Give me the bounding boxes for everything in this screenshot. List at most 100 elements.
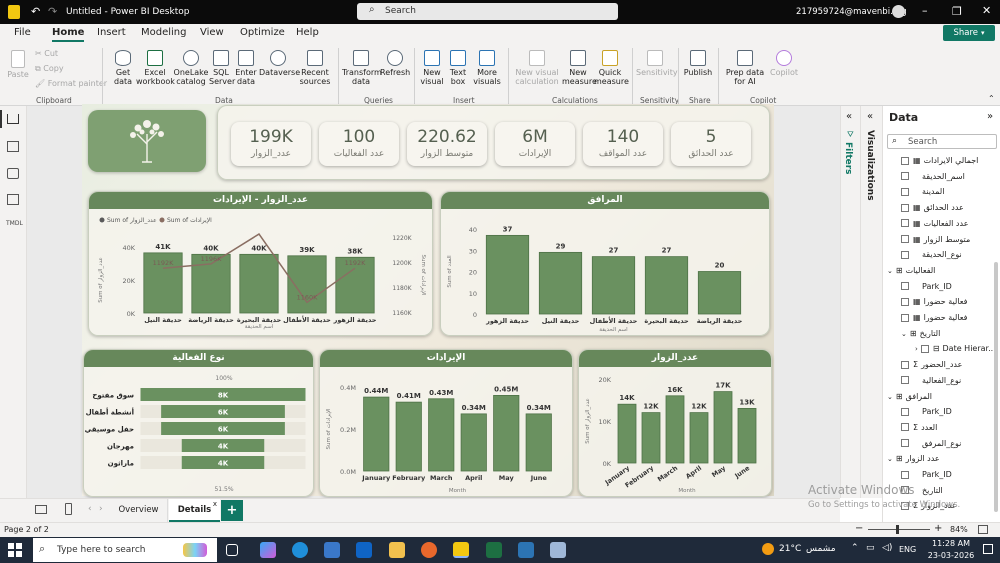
kpi-card-parking[interactable]: 140 عدد المواقف	[583, 122, 663, 166]
chevron-left-icon[interactable]: «	[846, 111, 852, 122]
add-page-button[interactable]: +	[221, 500, 243, 521]
field-checkbox[interactable]	[901, 360, 909, 369]
event-type-chart-card[interactable]: نوع الفعالية 100% 51.5% 8K سوق مفتوح 6K أنشطة…	[83, 349, 314, 497]
file-explorer-icon[interactable]	[389, 542, 405, 558]
prep-data-ai-button[interactable]: Prep data for AI	[720, 50, 770, 86]
data-field-item[interactable]: Park_ID	[883, 282, 1000, 297]
copilot-icon[interactable]	[183, 543, 207, 557]
network-icon[interactable]: ▭	[866, 543, 875, 553]
onelake-catalog-button[interactable]: OneLake catalog	[173, 50, 209, 86]
close-tab-icon[interactable]: x	[213, 493, 217, 515]
zoom-slider[interactable]	[868, 529, 930, 530]
paste-button[interactable]: Paste	[6, 50, 30, 79]
field-checkbox[interactable]	[901, 297, 909, 306]
restore-icon[interactable]: ❐	[952, 5, 962, 18]
scrollbar[interactable]	[994, 262, 998, 512]
kpi-card-events[interactable]: 100 عدد الفعاليات	[319, 122, 399, 166]
field-checkbox[interactable]	[901, 407, 909, 416]
menu-help[interactable]: Help	[296, 27, 319, 38]
new-measure-button[interactable]: New measure	[562, 50, 597, 86]
data-field-item[interactable]: ▦ اجمالي الايرادات	[883, 156, 1000, 171]
data-field-item[interactable]: نوع_المرفق	[883, 439, 1000, 454]
task-view-icon[interactable]	[226, 544, 238, 556]
store-icon[interactable]	[324, 542, 340, 558]
share-button[interactable]: Share ▾	[943, 25, 995, 41]
copilot-app-icon[interactable]	[260, 542, 276, 558]
visitors-month-chart-card[interactable]: عدد_الزوار 20K 10K 0K 14K January 12K February…	[578, 349, 772, 497]
data-field-item[interactable]: Park_ID	[883, 407, 1000, 422]
notifications-icon[interactable]	[983, 544, 993, 554]
field-checkbox[interactable]	[901, 219, 909, 228]
account-email[interactable]: 217959724@mavenbi.org	[796, 7, 907, 17]
app-taskbar-icon[interactable]	[518, 542, 534, 558]
chevron-down-icon[interactable]: ⌄	[901, 330, 907, 338]
field-checkbox[interactable]	[901, 439, 909, 448]
avatar-icon[interactable]	[892, 5, 905, 18]
tray-overflow-icon[interactable]: ⌃	[851, 543, 859, 553]
menu-insert[interactable]: Insert	[97, 27, 126, 38]
copy-button[interactable]: ⧉ Copy	[35, 64, 64, 73]
chevron-right-icon[interactable]: »	[987, 111, 993, 122]
collapse-ribbon-icon[interactable]: ⌃	[988, 94, 995, 103]
data-field-item[interactable]: نوع_الفعالية	[883, 376, 1000, 391]
revenue-month-chart-card[interactable]: الإيرادات 0.4M 0.2M 0.0M 0.44M January 0.41M F…	[319, 349, 573, 497]
text-box-button[interactable]: Text box	[446, 50, 470, 86]
copilot-button[interactable]: Copilot	[770, 50, 798, 77]
enter-data-button[interactable]: Enter data	[234, 50, 258, 86]
firefox-icon[interactable]	[421, 542, 437, 558]
powerbi-taskbar-icon[interactable]	[453, 542, 469, 558]
chevron-down-icon[interactable]: ⌄	[887, 393, 893, 401]
data-field-item[interactable]: المدينة	[883, 187, 1000, 202]
menu-file[interactable]: File	[14, 27, 31, 38]
menu-home[interactable]: Home	[52, 27, 85, 42]
tab-details[interactable]: Details x	[169, 499, 220, 522]
quick-measure-button[interactable]: Quick measure	[594, 50, 629, 86]
data-table-item[interactable]: ⌄ ⊞ الفعاليات	[883, 266, 1000, 281]
kpi-card-visitors[interactable]: 199K عدد_الزوار	[231, 122, 311, 166]
minimize-icon[interactable]: –	[922, 4, 928, 17]
excel-workbook-button[interactable]: Excel workbook	[136, 50, 175, 86]
field-checkbox[interactable]	[901, 250, 909, 259]
data-field-item[interactable]: Σ عدد_الحضور	[883, 360, 1000, 375]
data-search-input[interactable]: ⌕ Search	[887, 134, 997, 149]
prev-page-icon[interactable]: ‹	[88, 504, 92, 514]
field-checkbox[interactable]	[901, 470, 909, 479]
data-table-item[interactable]: ⌄ ⊞ عدد الزوار	[883, 454, 1000, 469]
menu-view[interactable]: View	[200, 27, 224, 38]
data-field-item[interactable]: ▦ متوسط الزوار	[883, 235, 1000, 250]
cut-button[interactable]: ✂ Cut	[35, 49, 58, 58]
publish-button[interactable]: Publish	[682, 50, 714, 77]
more-visuals-button[interactable]: More visuals	[472, 50, 502, 86]
field-checkbox[interactable]	[901, 313, 909, 322]
kpi-card-avg-visitors[interactable]: 220.62 متوسط الزوار	[407, 122, 487, 166]
table-view-icon[interactable]	[7, 141, 19, 152]
new-visual-button[interactable]: New visual	[418, 50, 446, 86]
outlook-icon[interactable]	[356, 542, 372, 558]
zoom-in-icon[interactable]: +	[934, 523, 942, 534]
format-painter-button[interactable]: 🖌 Format painter	[35, 79, 107, 88]
dataverse-button[interactable]: Dataverse	[259, 50, 300, 77]
chevron-down-icon[interactable]: ⌄	[887, 455, 893, 463]
kpi-card-revenue[interactable]: 6M الإيرادات	[495, 122, 575, 166]
language-indicator[interactable]: ENG	[899, 545, 916, 554]
volume-icon[interactable]: ◁)	[882, 543, 892, 553]
field-checkbox[interactable]	[901, 423, 909, 432]
refresh-button[interactable]: Refresh	[380, 50, 410, 77]
data-field-item[interactable]: ▦ عدد الحدائق	[883, 203, 1000, 218]
field-checkbox[interactable]	[920, 344, 929, 353]
chevron-left-icon[interactable]: «	[867, 111, 873, 122]
model-view-icon[interactable]	[7, 168, 19, 179]
data-field-item[interactable]: اسم_الحديقة	[883, 172, 1000, 187]
chevron-right-icon[interactable]: ›	[915, 345, 918, 353]
undo-icon[interactable]: ↶	[31, 5, 40, 18]
sql-server-button[interactable]: SQL Server	[209, 50, 235, 86]
excel-taskbar-icon[interactable]	[486, 542, 502, 558]
field-checkbox[interactable]	[901, 235, 909, 243]
field-checkbox[interactable]	[901, 376, 909, 385]
get-data-button[interactable]: Get data	[108, 50, 138, 86]
new-visual-calculation-button[interactable]: New visual calculation	[514, 50, 560, 86]
desktop-layout-icon[interactable]	[35, 505, 47, 514]
filters-pane[interactable]: « ⛛ Filters	[840, 106, 860, 498]
redo-icon[interactable]: ↷	[48, 5, 57, 18]
data-field-item[interactable]: Σ العدد	[883, 423, 1000, 438]
